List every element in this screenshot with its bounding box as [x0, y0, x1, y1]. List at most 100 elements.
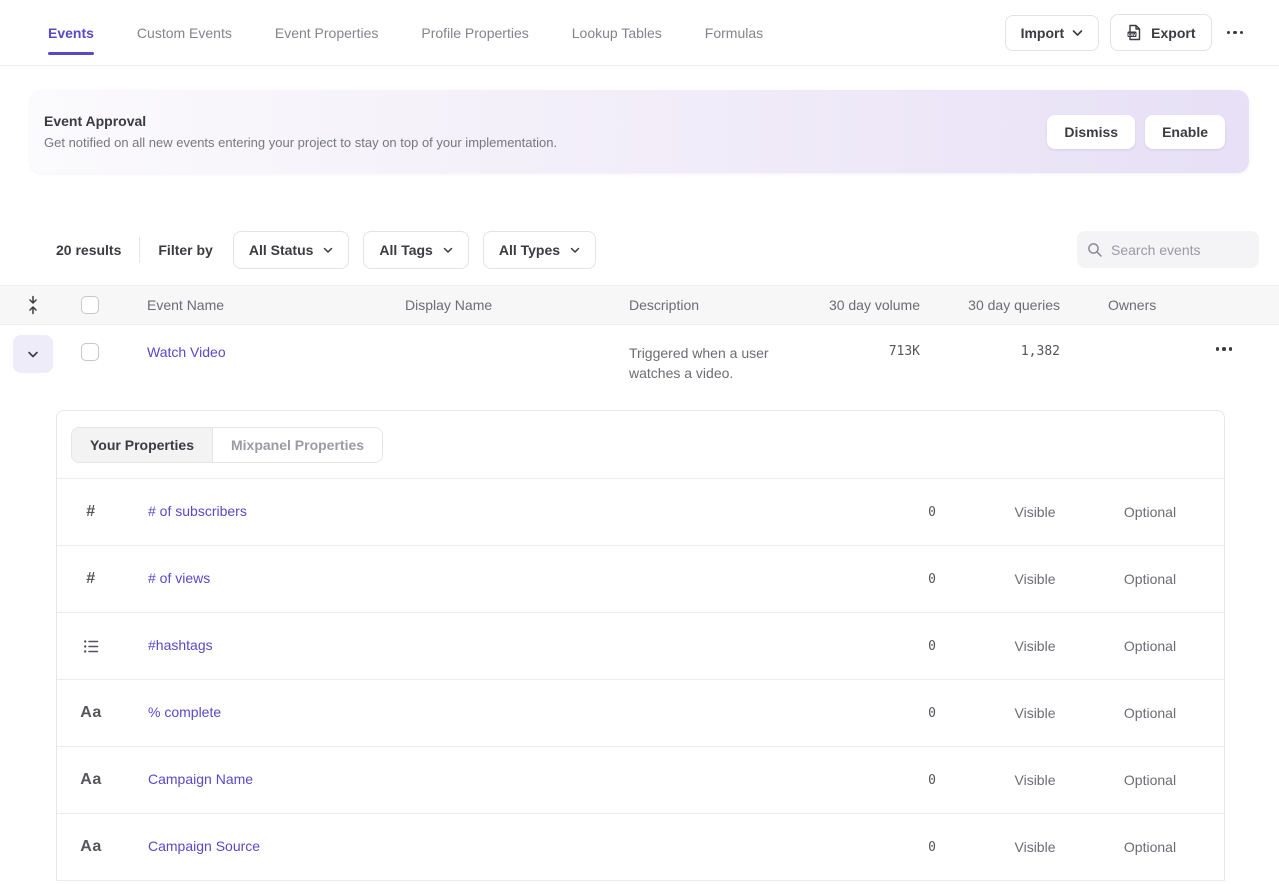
- filter-dropdown-all-types[interactable]: All Types: [483, 231, 596, 269]
- chevron-down-icon: [570, 247, 580, 254]
- more-options-button[interactable]: [1223, 25, 1248, 41]
- chevron-down-icon: [323, 247, 333, 254]
- property-requirement: Optional: [1090, 772, 1210, 788]
- property-type-text-icon: Aa: [57, 704, 125, 722]
- chevron-down-icon: [443, 247, 453, 254]
- property-value: 0: [836, 840, 936, 855]
- property-visibility: Visible: [980, 638, 1090, 654]
- event-properties-panel: Your PropertiesMixpanel Properties # # o…: [56, 410, 1225, 881]
- property-value: 0: [836, 572, 936, 587]
- svg-text:csv: csv: [1128, 32, 1136, 37]
- filter-dropdowns: All Status All Tags All Types: [233, 231, 593, 269]
- header-event-name: Event Name: [114, 297, 405, 313]
- filter-by-label: Filter by: [158, 242, 212, 258]
- collapse-all-button[interactable]: [0, 295, 66, 315]
- property-requirement: Optional: [1090, 638, 1210, 654]
- top-nav: Events Custom Events Event Properties Profi…: [0, 0, 1279, 66]
- filter-bar: 20 results Filter by All StatusAll TagsA…: [56, 230, 1259, 270]
- banner-text: Event Approval Get notified on all new e…: [44, 113, 557, 150]
- table-header-row: Event Name Display Name Description 30 d…: [0, 285, 1279, 325]
- header-volume: 30 day volume: [820, 297, 920, 313]
- properties-list: # # of subscribers 0 Visible Optional # …: [57, 479, 1224, 881]
- row-volume: 713K: [820, 325, 920, 359]
- property-requirement: Optional: [1090, 504, 1210, 520]
- search-icon: [1087, 242, 1103, 258]
- ellipsis-icon: [1227, 31, 1231, 35]
- export-button[interactable]: csv Export: [1110, 14, 1211, 51]
- ellipsis-icon: [1216, 347, 1220, 351]
- nav-tab-profile-properties[interactable]: Profile Properties: [421, 0, 528, 65]
- header-display-name: Display Name: [405, 297, 629, 313]
- property-type-number-icon: #: [57, 570, 125, 588]
- property-requirement: Optional: [1090, 705, 1210, 721]
- nav-tabs: Events Custom Events Event Properties Profi…: [48, 0, 763, 65]
- event-row: Watch Video Triggered when a user watche…: [0, 325, 1279, 410]
- properties-tab-group: Your PropertiesMixpanel Properties: [71, 427, 383, 463]
- property-value: 0: [836, 773, 936, 788]
- property-name-link[interactable]: % complete: [148, 704, 221, 720]
- header-owners: Owners: [1108, 297, 1156, 313]
- nav-actions: Import csv Export: [1005, 14, 1259, 51]
- property-visibility: Visible: [980, 705, 1090, 721]
- property-requirement: Optional: [1090, 571, 1210, 587]
- banner-title: Event Approval: [44, 113, 557, 129]
- row-description: Triggered when a user watches a video.: [629, 325, 791, 383]
- search-box: [1077, 231, 1259, 268]
- tab-your-properties[interactable]: Your Properties: [72, 428, 212, 462]
- nav-tab-formulas[interactable]: Formulas: [705, 0, 763, 65]
- filter-dropdown-all-tags[interactable]: All Tags: [363, 231, 468, 269]
- property-type-number-icon: #: [57, 503, 125, 521]
- property-name-link[interactable]: Campaign Source: [148, 838, 260, 854]
- property-name-link[interactable]: #hashtags: [148, 637, 213, 653]
- event-approval-banner: Event Approval Get notified on all new e…: [30, 90, 1249, 173]
- event-name-link[interactable]: Watch Video: [147, 344, 226, 360]
- collapse-arrows-icon: [26, 295, 40, 315]
- search-input[interactable]: [1111, 242, 1249, 258]
- property-row: Aa Campaign Source 0 Visible Optional: [57, 814, 1224, 881]
- results-count: 20 results: [56, 242, 121, 258]
- divider: [139, 237, 140, 263]
- property-name-link[interactable]: # of subscribers: [148, 503, 247, 519]
- property-requirement: Optional: [1090, 839, 1210, 855]
- import-label: Import: [1021, 25, 1065, 41]
- property-visibility: Visible: [980, 571, 1090, 587]
- banner-subtitle: Get notified on all new events entering …: [44, 135, 557, 150]
- tab-mixpanel-properties[interactable]: Mixpanel Properties: [212, 428, 382, 462]
- property-value: 0: [836, 505, 936, 520]
- row-checkbox[interactable]: [81, 343, 99, 361]
- property-row: # # of subscribers 0 Visible Optional: [57, 479, 1224, 546]
- row-queries: 1,382: [920, 325, 1060, 359]
- property-row: #hashtags 0 Visible Optional: [57, 613, 1224, 680]
- property-row: # # of views 0 Visible Optional: [57, 546, 1224, 613]
- import-button[interactable]: Import: [1005, 15, 1100, 51]
- chevron-down-icon: [27, 350, 39, 359]
- property-name-link[interactable]: Campaign Name: [148, 771, 253, 787]
- export-label: Export: [1151, 25, 1195, 41]
- nav-tab-event-properties[interactable]: Event Properties: [275, 0, 379, 65]
- dismiss-button[interactable]: Dismiss: [1047, 115, 1135, 149]
- property-visibility: Visible: [980, 504, 1090, 520]
- property-row: Aa % complete 0 Visible Optional: [57, 680, 1224, 747]
- header-queries: 30 day queries: [920, 297, 1060, 313]
- nav-tab-custom-events[interactable]: Custom Events: [137, 0, 232, 65]
- nav-tab-lookup-tables[interactable]: Lookup Tables: [572, 0, 662, 65]
- nav-tab-events[interactable]: Events: [48, 0, 94, 65]
- filter-dropdown-all-status[interactable]: All Status: [233, 231, 350, 269]
- header-description: Description: [629, 297, 820, 313]
- collapse-row-button[interactable]: [13, 335, 53, 373]
- property-type-text-icon: Aa: [57, 771, 125, 789]
- property-value: 0: [836, 706, 936, 721]
- chevron-down-icon: [1072, 29, 1083, 37]
- banner-actions: Dismiss Enable: [1047, 115, 1225, 149]
- select-all-checkbox[interactable]: [81, 296, 99, 314]
- property-type-list-icon: [57, 639, 125, 654]
- properties-tabbar: Your PropertiesMixpanel Properties: [57, 411, 1224, 479]
- property-type-text-icon: Aa: [57, 838, 125, 856]
- property-row: Aa Campaign Name 0 Visible Optional: [57, 747, 1224, 814]
- property-name-link[interactable]: # of views: [148, 570, 210, 586]
- property-value: 0: [836, 639, 936, 654]
- property-visibility: Visible: [980, 772, 1090, 788]
- row-more-button[interactable]: [1212, 341, 1237, 357]
- property-visibility: Visible: [980, 839, 1090, 855]
- enable-button[interactable]: Enable: [1145, 115, 1225, 149]
